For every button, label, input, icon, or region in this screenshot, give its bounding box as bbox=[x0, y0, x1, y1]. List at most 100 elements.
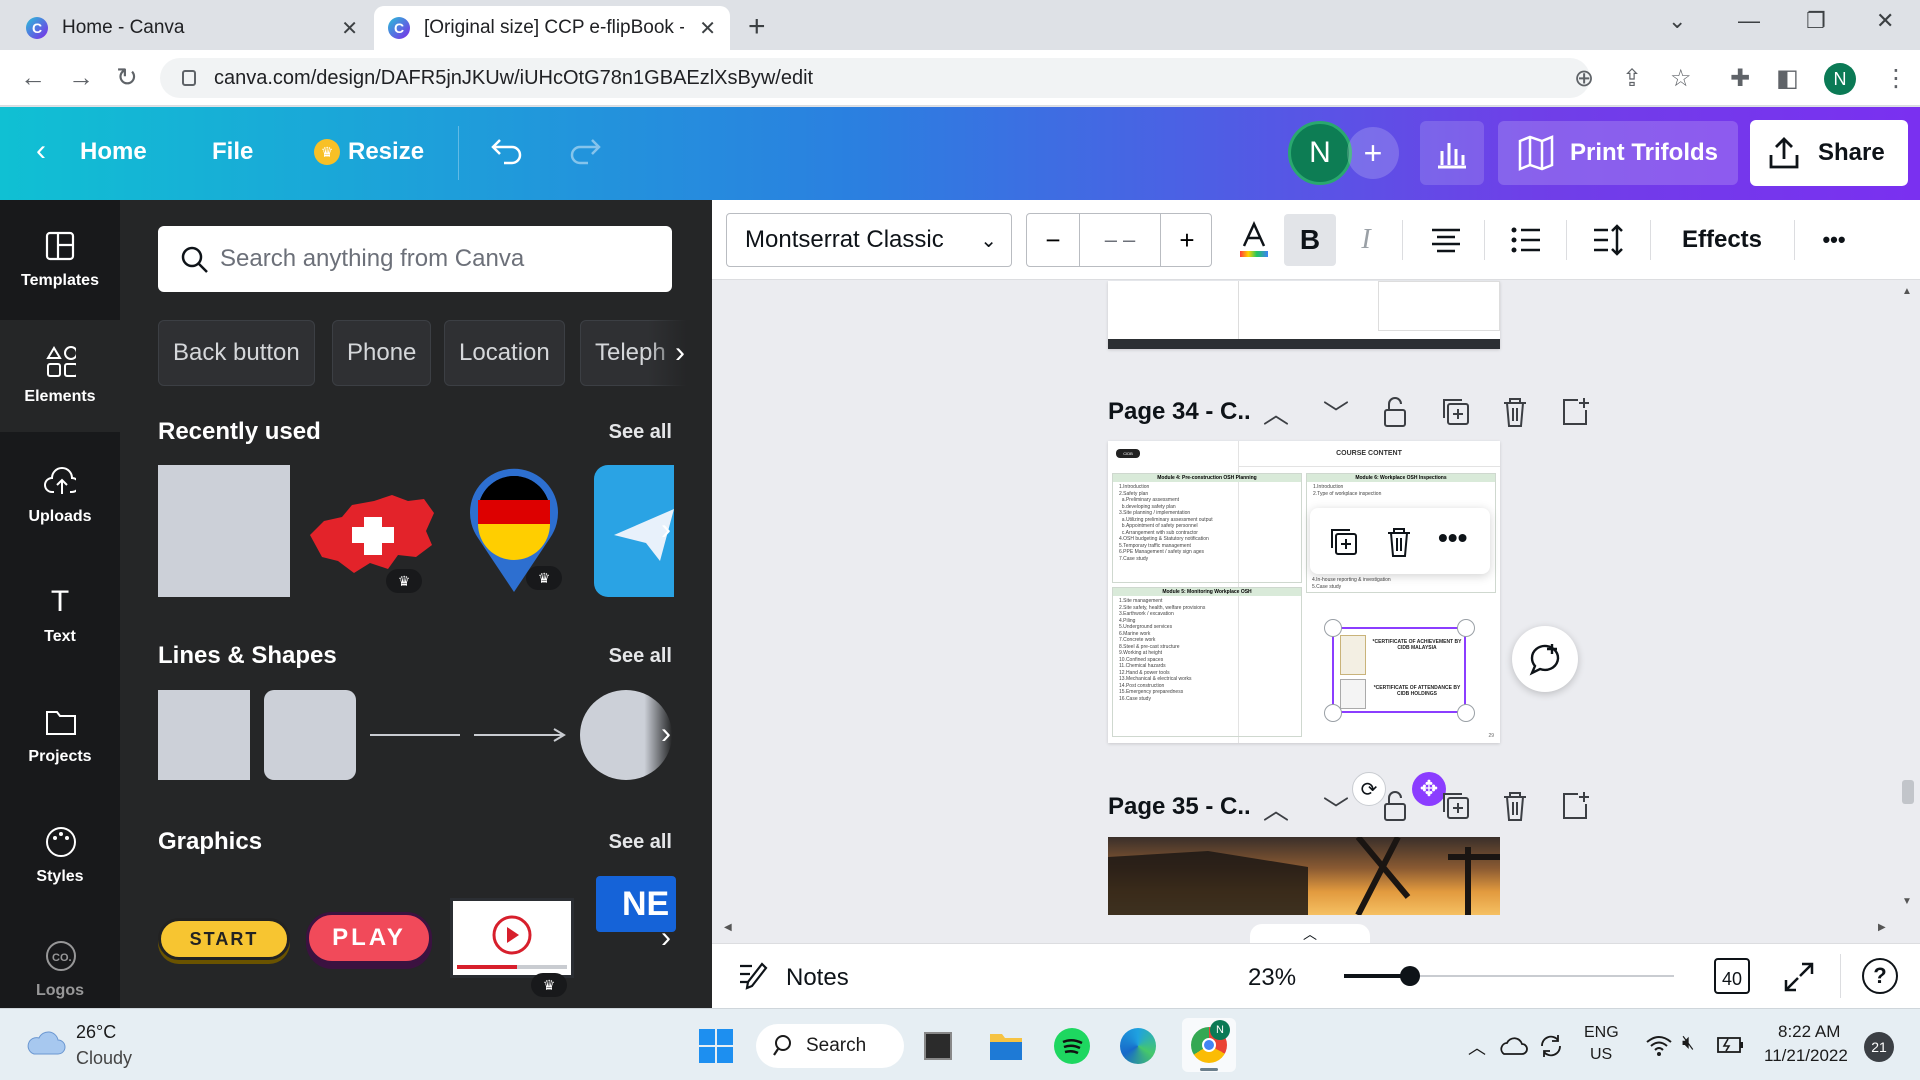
vertical-scrollbar[interactable]: ▲ ▼ bbox=[1896, 280, 1920, 914]
weather-condition[interactable]: Cloudy bbox=[76, 1048, 132, 1069]
line-spacing-icon[interactable] bbox=[1590, 222, 1626, 258]
recent-germany-pin[interactable]: ♛ bbox=[464, 462, 564, 598]
weather-temp[interactable]: 26°C bbox=[76, 1022, 116, 1043]
chevron-left-icon[interactable]: ‹ bbox=[36, 134, 46, 168]
bookmark-star-icon[interactable]: ☆ bbox=[1670, 64, 1692, 93]
rail-uploads[interactable]: Uploads bbox=[0, 440, 120, 552]
recent-swiss-map[interactable]: ♛ bbox=[304, 465, 440, 597]
increase-size-button[interactable]: + bbox=[1161, 214, 1213, 266]
delete-element-icon[interactable] bbox=[1382, 524, 1416, 558]
rail-projects[interactable]: Projects bbox=[0, 680, 120, 792]
chrome-taskbar-item[interactable]: N bbox=[1182, 1018, 1236, 1072]
resize-button[interactable]: Resize bbox=[348, 138, 424, 166]
add-comment-button[interactable] bbox=[1512, 626, 1578, 692]
new-tab-icon[interactable]: + bbox=[748, 10, 766, 44]
copy-element-icon[interactable] bbox=[1326, 524, 1360, 558]
recently-used-see-all[interactable]: See all bbox=[609, 421, 672, 444]
notes-icon[interactable] bbox=[736, 958, 770, 992]
scroll-down-arrow-icon[interactable]: ▼ bbox=[1902, 896, 1912, 907]
url-field[interactable]: canva.com/design/DAFR5jnJKUw/iUHcOtG78n1… bbox=[160, 58, 1590, 98]
forward-arrow-icon[interactable]: → bbox=[68, 62, 94, 93]
graphics-see-all[interactable]: See all bbox=[609, 831, 672, 854]
lock-icon[interactable] bbox=[1378, 788, 1412, 824]
minimize-icon[interactable]: — bbox=[1738, 8, 1760, 34]
shapes-next-chevron-icon[interactable]: › bbox=[646, 706, 686, 762]
shape-rounded-square[interactable] bbox=[264, 690, 356, 780]
resize-handle-top-right[interactable] bbox=[1457, 619, 1475, 637]
chevron-down-icon[interactable]: ﹀ bbox=[1318, 394, 1354, 430]
chip-back-button[interactable]: Back button bbox=[158, 320, 315, 386]
scroll-up-arrow-icon[interactable]: ▲ bbox=[1902, 286, 1912, 297]
bold-button[interactable]: B bbox=[1284, 214, 1336, 266]
chevron-up-icon[interactable]: ︿ bbox=[1258, 790, 1294, 826]
invite-plus-button[interactable]: + bbox=[1347, 127, 1399, 179]
redo-icon[interactable] bbox=[568, 136, 602, 166]
add-page-icon[interactable] bbox=[1558, 394, 1592, 430]
chevron-up-icon[interactable]: ︿ bbox=[1258, 394, 1294, 430]
selected-certificate-element[interactable]: *CERTIFICATE OF ACHIEVEMENT BY CIDB MALA… bbox=[1332, 627, 1466, 713]
browser-menu-icon[interactable]: ⋮ bbox=[1884, 64, 1908, 93]
clock-time[interactable]: 8:22 AM bbox=[1778, 1022, 1840, 1042]
back-arrow-icon[interactable]: ← bbox=[20, 62, 46, 93]
insights-button[interactable] bbox=[1420, 121, 1484, 185]
shape-line[interactable] bbox=[370, 734, 460, 736]
duplicate-page-icon[interactable] bbox=[1438, 788, 1472, 824]
lock-icon[interactable] bbox=[1378, 394, 1412, 430]
chip-phone[interactable]: Phone bbox=[332, 320, 432, 386]
show-hidden-icons-chevron-icon[interactable]: ︿ bbox=[1468, 1034, 1486, 1060]
onedrive-cloud-icon[interactable] bbox=[1498, 1034, 1528, 1058]
file-menu-button[interactable]: File bbox=[212, 138, 253, 166]
share-page-icon[interactable]: ⇪ bbox=[1622, 64, 1642, 93]
sync-icon[interactable] bbox=[1536, 1032, 1566, 1060]
chevron-down-icon[interactable]: ﹀ bbox=[1318, 790, 1354, 826]
user-avatar[interactable]: N bbox=[1288, 121, 1352, 185]
search-input[interactable]: Search anything from Canva bbox=[158, 226, 672, 292]
spotify-icon[interactable] bbox=[1054, 1028, 1090, 1064]
notification-badge[interactable]: 21 bbox=[1864, 1032, 1894, 1062]
graphic-play-button[interactable]: PLAY bbox=[306, 912, 432, 964]
font-family-select[interactable]: Montserrat Classic ⌄ bbox=[726, 213, 1012, 267]
help-icon[interactable]: ? bbox=[1862, 958, 1898, 994]
graphics-next-chevron-icon[interactable]: › bbox=[646, 910, 686, 966]
resize-handle-bottom-right[interactable] bbox=[1457, 704, 1475, 722]
decrease-size-button[interactable]: − bbox=[1027, 214, 1079, 266]
undo-icon[interactable] bbox=[490, 136, 524, 166]
more-options-icon[interactable]: ••• bbox=[1438, 522, 1467, 554]
restore-icon[interactable]: ❐ bbox=[1806, 8, 1826, 34]
page-35-title[interactable]: Page 35 - C.. bbox=[1108, 793, 1251, 821]
input-language[interactable]: ENG bbox=[1584, 1024, 1619, 1042]
close-window-icon[interactable]: ✕ bbox=[1876, 8, 1894, 34]
scroll-left-arrow-icon[interactable]: ◀ bbox=[724, 922, 732, 933]
file-explorer-icon[interactable] bbox=[988, 1028, 1024, 1062]
print-trifolds-button[interactable]: Print Trifolds bbox=[1498, 121, 1738, 185]
expand-pages-chevron-icon[interactable]: ︿ bbox=[1250, 924, 1370, 944]
scroll-right-arrow-icon[interactable]: ▶ bbox=[1878, 922, 1886, 933]
cloudy-weather-icon[interactable] bbox=[24, 1028, 68, 1058]
duplicate-page-icon[interactable] bbox=[1438, 394, 1472, 430]
notes-button[interactable]: Notes bbox=[786, 964, 849, 992]
rail-text[interactable]: T Text bbox=[0, 560, 120, 672]
edge-browser-icon[interactable] bbox=[1120, 1028, 1156, 1064]
text-color-button[interactable] bbox=[1232, 214, 1276, 266]
share-button[interactable]: Share bbox=[1750, 120, 1908, 186]
lines-shapes-see-all[interactable]: See all bbox=[609, 645, 672, 668]
more-format-options-icon[interactable]: ••• bbox=[1812, 214, 1856, 266]
page-34-preview[interactable]: CIDB COURSE CONTENT Module 4: Pre-constr… bbox=[1108, 441, 1500, 743]
page-34-title[interactable]: Page 34 - C.. bbox=[1108, 398, 1251, 426]
graphic-start-button[interactable]: START bbox=[158, 918, 290, 960]
windows-start-icon[interactable] bbox=[698, 1028, 734, 1064]
page-35-photo[interactable] bbox=[1108, 837, 1500, 915]
home-button[interactable]: Home bbox=[80, 138, 147, 166]
extensions-icon[interactable]: ✚ bbox=[1730, 64, 1750, 93]
input-region[interactable]: US bbox=[1590, 1046, 1612, 1064]
resize-handle-top-left[interactable] bbox=[1324, 619, 1342, 637]
effects-button[interactable]: Effects bbox=[1668, 214, 1776, 266]
zoom-percentage[interactable]: 23% bbox=[1248, 964, 1296, 992]
browser-tab-home[interactable]: C Home - Canva ✕ bbox=[12, 6, 372, 50]
graphic-video-player[interactable]: ♛ bbox=[450, 898, 574, 997]
taskbar-search-box[interactable]: Search bbox=[756, 1024, 904, 1068]
rail-templates[interactable]: Templates bbox=[0, 204, 120, 316]
recent-gray-square[interactable] bbox=[158, 465, 290, 597]
volume-muted-icon[interactable]: 🔇︎ bbox=[1682, 1032, 1695, 1055]
page-count-button[interactable]: 40 bbox=[1714, 958, 1750, 994]
